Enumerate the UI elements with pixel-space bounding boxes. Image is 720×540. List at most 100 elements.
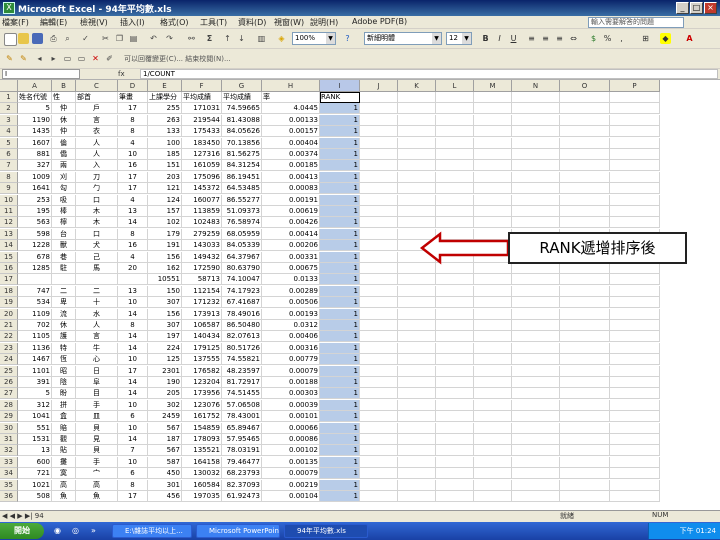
- table-cell[interactable]: [398, 297, 436, 309]
- menu-tools[interactable]: 工具(T): [200, 17, 227, 28]
- quick-launch-icon[interactable]: ◉: [52, 525, 63, 536]
- table-cell[interactable]: [474, 365, 512, 377]
- menu-edit[interactable]: 編輯(E): [40, 17, 67, 28]
- table-cell[interactable]: 185: [148, 149, 182, 160]
- menu-insert[interactable]: 插入(I): [120, 17, 145, 28]
- table-cell[interactable]: 4: [118, 194, 148, 206]
- fill-color-icon[interactable]: ◆: [660, 33, 671, 44]
- table-cell[interactable]: [474, 479, 512, 491]
- table-cell[interactable]: [436, 126, 474, 138]
- table-cell[interactable]: 0.00289: [262, 285, 320, 297]
- table-cell[interactable]: 161059: [182, 160, 222, 172]
- column-header[interactable]: F: [182, 80, 222, 92]
- row-header[interactable]: 17: [0, 274, 18, 286]
- table-cell[interactable]: 74.10047: [222, 274, 262, 286]
- table-cell[interactable]: 587: [148, 456, 182, 468]
- table-cell[interactable]: [436, 194, 474, 206]
- menu-data[interactable]: 資料(D): [238, 17, 266, 28]
- table-cell[interactable]: [610, 354, 660, 366]
- table-cell[interactable]: [398, 137, 436, 149]
- table-cell[interactable]: [360, 491, 398, 502]
- table-cell[interactable]: 65.89467: [222, 422, 262, 434]
- table-cell[interactable]: 17: [118, 183, 148, 195]
- table-cell[interactable]: [398, 388, 436, 400]
- table-cell[interactable]: [512, 354, 560, 366]
- table-cell[interactable]: 1: [320, 354, 360, 366]
- table-cell[interactable]: [610, 365, 660, 377]
- table-cell[interactable]: [360, 274, 398, 286]
- table-cell[interactable]: 1: [320, 365, 360, 377]
- row-header[interactable]: 5: [0, 137, 18, 149]
- table-cell[interactable]: 休: [52, 320, 76, 331]
- column-header[interactable]: P: [610, 80, 660, 92]
- table-cell[interactable]: 0.00675: [262, 263, 320, 274]
- table-cell[interactable]: 1: [320, 377, 360, 388]
- review-text[interactable]: 可以回覆變更(C)... 結束校閱(N)...: [124, 54, 231, 64]
- table-cell[interactable]: [610, 285, 660, 297]
- table-cell[interactable]: [512, 434, 560, 445]
- table-cell[interactable]: 日: [76, 365, 118, 377]
- table-cell[interactable]: 301: [148, 479, 182, 491]
- table-cell[interactable]: [436, 445, 474, 457]
- row-header[interactable]: 34: [0, 468, 18, 480]
- table-cell[interactable]: 卑: [52, 297, 76, 309]
- table-cell[interactable]: [360, 171, 398, 183]
- table-cell[interactable]: 162: [148, 263, 182, 274]
- table-cell[interactable]: [610, 491, 660, 502]
- column-header[interactable]: C: [76, 80, 118, 92]
- table-cell[interactable]: [436, 114, 474, 126]
- table-cell[interactable]: 1435: [18, 126, 52, 138]
- row-header[interactable]: 13: [0, 228, 18, 240]
- delete-comment-icon[interactable]: ✕: [90, 53, 101, 64]
- table-cell[interactable]: [398, 320, 436, 331]
- table-cell[interactable]: 127316: [182, 149, 222, 160]
- table-cell[interactable]: [610, 320, 660, 331]
- table-cell[interactable]: 78.43001: [222, 411, 262, 423]
- table-cell[interactable]: [560, 479, 610, 491]
- table-cell[interactable]: [512, 491, 560, 502]
- row-header[interactable]: 7: [0, 160, 18, 172]
- table-cell[interactable]: [560, 183, 610, 195]
- table-cell[interactable]: [360, 206, 398, 217]
- table-cell[interactable]: [560, 171, 610, 183]
- table-cell[interactable]: 0.00404: [262, 137, 320, 149]
- hyperlink-icon[interactable]: ⚯: [186, 33, 197, 44]
- table-cell[interactable]: 魚: [52, 491, 76, 502]
- table-cell[interactable]: 113859: [182, 206, 222, 217]
- align-right-icon[interactable]: ≡: [554, 33, 565, 44]
- table-cell[interactable]: [360, 137, 398, 149]
- table-cell[interactable]: 觀: [52, 434, 76, 445]
- table-cell[interactable]: 0.00086: [262, 434, 320, 445]
- table-cell[interactable]: [398, 114, 436, 126]
- table-cell[interactable]: 攤: [52, 456, 76, 468]
- table-cell[interactable]: [560, 399, 610, 411]
- spreadsheet-grid[interactable]: ABCDEFGHIJKLMNOP 1 姓名代號性部首 筆畫 上課學分 平均成績 平均成績率…: [0, 80, 720, 510]
- row-header[interactable]: 4: [0, 126, 18, 138]
- table-cell[interactable]: 16: [118, 240, 148, 252]
- table-cell[interactable]: [474, 308, 512, 320]
- table-cell[interactable]: 600: [18, 456, 52, 468]
- table-cell[interactable]: [474, 194, 512, 206]
- table-cell[interactable]: [610, 388, 660, 400]
- fx-icon[interactable]: fx: [118, 69, 125, 79]
- table-cell[interactable]: [560, 468, 610, 480]
- table-cell[interactable]: 水: [76, 308, 118, 320]
- table-cell[interactable]: [360, 251, 398, 263]
- table-cell[interactable]: [474, 491, 512, 502]
- table-cell[interactable]: 0.00083: [262, 183, 320, 195]
- table-cell[interactable]: [560, 263, 610, 274]
- table-cell[interactable]: 1467: [18, 354, 52, 366]
- table-cell[interactable]: 0.00133: [262, 114, 320, 126]
- table-cell[interactable]: 1: [320, 445, 360, 457]
- table-cell[interactable]: [360, 263, 398, 274]
- header-cell[interactable]: [474, 92, 512, 103]
- table-cell[interactable]: [474, 377, 512, 388]
- table-cell[interactable]: [610, 411, 660, 423]
- table-cell[interactable]: 1: [320, 468, 360, 480]
- table-cell[interactable]: 8: [118, 228, 148, 240]
- table-cell[interactable]: 79.46477: [222, 456, 262, 468]
- table-cell[interactable]: [398, 456, 436, 468]
- undo-icon[interactable]: ↶: [148, 33, 159, 44]
- table-cell[interactable]: [360, 377, 398, 388]
- header-cell[interactable]: 姓名代號: [18, 92, 52, 103]
